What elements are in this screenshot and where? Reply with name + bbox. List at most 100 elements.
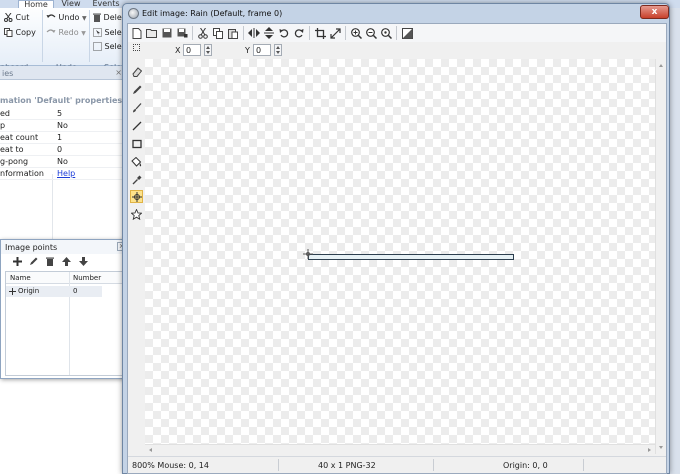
crop-button[interactable] <box>313 26 327 40</box>
window-title: Edit image: Rain (Default, frame 0) <box>142 9 283 18</box>
origin-hotspot-icon[interactable] <box>303 249 313 259</box>
undo-dropdown-icon[interactable]: ▼ <box>82 15 87 22</box>
paste-button[interactable] <box>226 26 240 40</box>
horizontal-scrollbar[interactable] <box>145 444 655 454</box>
rectangle-tool[interactable] <box>130 137 143 150</box>
rotate-right-icon <box>294 29 304 38</box>
property-value[interactable]: 5 <box>57 109 62 118</box>
ribbon-separator <box>89 10 90 62</box>
column-header-name[interactable]: Name <box>10 274 31 282</box>
x-offset-spinner[interactable] <box>204 44 212 56</box>
status-bar: 800% Mouse: 0, 14 40 x 1 PNG-32 Origin: … <box>128 456 666 473</box>
copy-label: Copy <box>15 28 36 37</box>
zoom-in-button[interactable] <box>349 26 363 40</box>
paint-bucket-icon <box>131 156 142 167</box>
property-row[interactable]: eat to 0 <box>0 144 125 156</box>
property-value[interactable]: 1 <box>57 133 62 142</box>
properties-panel-title: ies <box>2 69 14 78</box>
property-value[interactable]: 0 <box>57 145 62 154</box>
tab-home[interactable]: Home <box>18 0 54 9</box>
property-row[interactable]: eat count 1 <box>0 132 125 144</box>
save-as-button[interactable] <box>175 26 189 40</box>
window-close-button[interactable]: x <box>640 5 669 19</box>
cut-image-button[interactable] <box>196 26 210 40</box>
property-name: eat count <box>0 133 39 142</box>
image-points-title-bar[interactable]: Image points x <box>1 240 129 254</box>
property-row[interactable]: g-pong No <box>0 156 125 168</box>
flip-horizontal-button[interactable] <box>247 26 261 40</box>
delete-button[interactable]: Dele <box>93 13 122 22</box>
image-sprite[interactable] <box>308 254 514 260</box>
new-image-button[interactable] <box>130 26 144 40</box>
zoom-reset-icon <box>380 27 392 39</box>
column-header-number[interactable]: Number <box>73 274 101 282</box>
property-value[interactable]: No <box>57 157 68 166</box>
scroll-down-icon[interactable] <box>659 446 663 449</box>
cut-button[interactable]: Cut <box>4 13 29 22</box>
copy-image-button[interactable] <box>211 26 225 40</box>
arrow-down-icon <box>78 257 88 266</box>
property-row[interactable]: p No <box>0 120 125 132</box>
hotspot-tool[interactable] <box>130 190 143 203</box>
x-offset-input[interactable] <box>183 44 201 56</box>
property-name: eat to <box>0 145 24 154</box>
delete-label: Dele <box>103 13 122 22</box>
drawing-tools-panel <box>128 59 144 454</box>
zoom-out-button[interactable] <box>364 26 378 40</box>
color-picker-tool[interactable] <box>130 173 143 186</box>
add-point-button[interactable] <box>11 257 23 269</box>
property-row[interactable]: nformation Help <box>0 168 125 180</box>
move-down-button[interactable] <box>77 257 89 269</box>
vertical-scrollbar[interactable] <box>655 59 665 454</box>
scroll-right-icon[interactable] <box>648 448 651 452</box>
scroll-up-icon[interactable] <box>659 64 663 67</box>
image-size-status: 40 x 1 PNG-32 <box>318 461 376 470</box>
redo-dropdown-icon[interactable]: ▼ <box>81 30 86 37</box>
line-tool[interactable] <box>130 119 143 132</box>
rotate-left-button[interactable] <box>277 26 291 40</box>
help-link[interactable]: Help <box>57 169 75 178</box>
property-value[interactable]: No <box>57 121 68 130</box>
redo-button[interactable]: Redo ▼ <box>46 28 86 37</box>
move-up-button[interactable] <box>61 257 73 269</box>
y-label: Y <box>245 46 250 55</box>
y-offset-spinner[interactable] <box>274 44 282 56</box>
delete-point-button[interactable] <box>44 257 56 269</box>
save-button[interactable] <box>160 26 174 40</box>
transparency-button[interactable] <box>400 26 414 40</box>
property-name: ed <box>0 109 10 118</box>
crop-icon <box>314 27 326 39</box>
brush-tool[interactable] <box>130 101 143 114</box>
resize-button[interactable] <box>328 26 342 40</box>
flip-vertical-button[interactable] <box>262 26 276 40</box>
scroll-left-icon[interactable] <box>149 448 152 452</box>
fill-tool[interactable] <box>130 155 143 168</box>
edit-point-button[interactable] <box>28 257 40 269</box>
rotate-right-button[interactable] <box>292 26 306 40</box>
undo-button[interactable]: Undo ▼ <box>46 13 87 22</box>
image-canvas[interactable] <box>145 59 665 454</box>
properties-close-icon[interactable]: × <box>115 68 122 77</box>
zoom-reset-button[interactable] <box>379 26 393 40</box>
arrow-up-icon <box>62 257 72 266</box>
y-offset-input[interactable] <box>253 44 271 56</box>
action-point-tool[interactable] <box>130 208 143 221</box>
window-title-bar[interactable]: Edit image: Rain (Default, frame 0) x <box>123 4 669 23</box>
copy-button[interactable]: Copy <box>4 28 36 37</box>
property-row[interactable]: ed 5 <box>0 108 125 120</box>
open-button[interactable] <box>145 26 159 40</box>
tab-file[interactable] <box>0 0 18 8</box>
scissors-icon <box>4 13 13 22</box>
eraser-tool[interactable] <box>130 65 143 78</box>
image-points-title: Image points <box>5 243 58 252</box>
edit-image-window: Edit image: Rain (Default, frame 0) x X … <box>122 3 670 474</box>
tab-events[interactable]: Events <box>88 0 124 8</box>
flip-horizontal-icon <box>248 28 260 38</box>
select-arrow-icon <box>93 28 102 37</box>
table-row[interactable]: Origin 0 <box>6 286 102 297</box>
table-header: Name Number <box>6 272 126 284</box>
trash-icon <box>46 257 55 266</box>
pencil-tool[interactable] <box>130 83 143 96</box>
tab-view[interactable]: View <box>56 0 86 8</box>
brush-icon <box>132 102 141 112</box>
